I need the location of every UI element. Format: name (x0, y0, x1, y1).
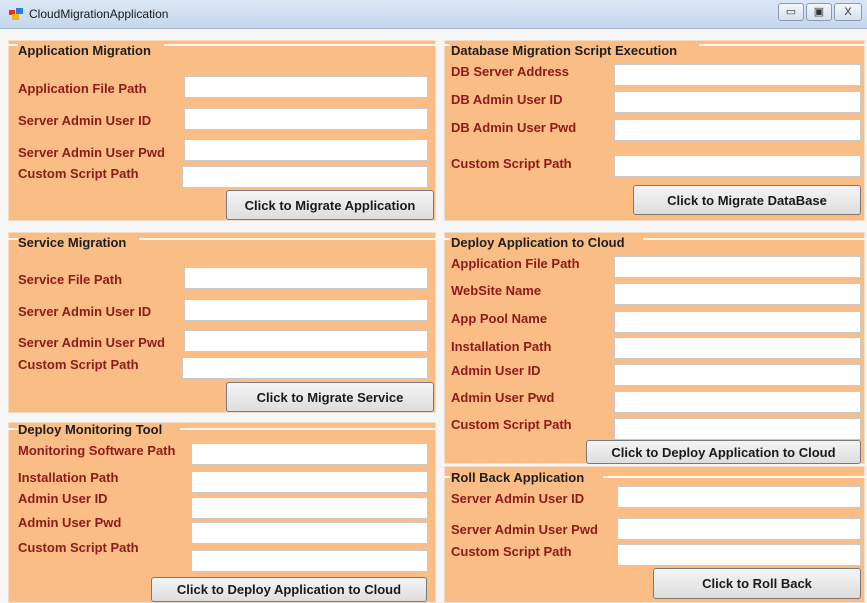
rollback-server-admin-id-input[interactable] (617, 486, 861, 508)
rollback-title: Roll Back Application (451, 470, 585, 485)
service-server-admin-pwd-label: Server Admin User Pwd (18, 335, 165, 350)
minimize-button[interactable]: ▭ (778, 3, 804, 21)
migrate-database-button[interactable]: Click to Migrate DataBase (633, 185, 861, 215)
app-file-path-label: Application File Path (18, 81, 147, 96)
app-custom-script-input[interactable] (182, 166, 428, 188)
panel-border (8, 238, 18, 240)
monitoring-admin-user-pwd-input[interactable] (191, 522, 428, 544)
app-server-admin-pwd-label: Server Admin User Pwd (18, 145, 165, 160)
close-button[interactable]: X (834, 3, 862, 21)
app-server-admin-pwd-input[interactable] (184, 139, 428, 161)
roll-back-button[interactable]: Click to Roll Back (653, 568, 861, 599)
db-admin-user-id-label: DB Admin User ID (451, 92, 563, 107)
service-file-path-label: Service File Path (18, 272, 123, 287)
service-server-admin-pwd-input[interactable] (184, 330, 428, 352)
db-server-address-label: DB Server Address (451, 64, 570, 79)
service-custom-script-input[interactable] (182, 357, 428, 379)
monitoring-installation-path-label: Installation Path (18, 470, 119, 485)
panel-border (444, 238, 450, 240)
website-name-label: WebSite Name (451, 283, 542, 298)
monitoring-admin-user-pwd-label: Admin User Pwd (18, 515, 122, 530)
app-icon (9, 8, 23, 20)
app-pool-name-label: App Pool Name (451, 311, 548, 326)
rollback-server-admin-pwd-label: Server Admin User Pwd (451, 522, 598, 537)
service-file-path-input[interactable] (184, 267, 428, 289)
monitoring-admin-user-id-input[interactable] (191, 497, 428, 519)
app-custom-script-label: Custom Script Path (18, 166, 139, 181)
panel-border (444, 44, 450, 46)
database-migration-title: Database Migration Script Execution (451, 43, 678, 58)
service-server-admin-id-label: Server Admin User ID (18, 304, 152, 319)
deploy-installation-path-input[interactable] (614, 337, 861, 359)
panel-border (180, 428, 436, 430)
panel-border (164, 44, 436, 46)
monitoring-software-path-input[interactable] (191, 443, 428, 465)
deploy-app-file-path-label: Application File Path (451, 256, 580, 271)
service-server-admin-id-input[interactable] (184, 299, 428, 321)
db-admin-user-id-input[interactable] (614, 91, 861, 113)
app-file-path-input[interactable] (184, 76, 428, 98)
window-titlebar[interactable]: CloudMigrationApplication ▭ ▣ X (0, 0, 867, 29)
website-name-input[interactable] (614, 283, 861, 305)
app-server-admin-id-label: Server Admin User ID (18, 113, 152, 128)
service-custom-script-label: Custom Script Path (18, 357, 139, 372)
monitoring-custom-script-label: Custom Script Path (18, 540, 139, 555)
panel-border (139, 238, 436, 240)
monitoring-installation-path-input[interactable] (191, 471, 428, 493)
monitoring-admin-user-id-label: Admin User ID (18, 491, 108, 506)
deploy-installation-path-label: Installation Path (451, 339, 552, 354)
deploy-admin-user-id-label: Admin User ID (451, 363, 541, 378)
deploy-custom-script-input[interactable] (614, 418, 861, 440)
deploy-monitoring-button[interactable]: Click to Deploy Application to Cloud (151, 577, 427, 602)
db-admin-user-pwd-input[interactable] (614, 119, 861, 141)
deploy-cloud-title: Deploy Application to Cloud (451, 235, 625, 250)
monitoring-custom-script-input[interactable] (191, 550, 428, 572)
panel-border (444, 476, 450, 478)
db-admin-user-pwd-label: DB Admin User Pwd (451, 120, 577, 135)
deploy-app-file-path-input[interactable] (614, 256, 861, 278)
rollback-server-admin-id-label: Server Admin User ID (451, 491, 585, 506)
maximize-button[interactable]: ▣ (806, 3, 832, 21)
deploy-custom-script-label: Custom Script Path (451, 417, 572, 432)
deploy-admin-user-id-input[interactable] (614, 364, 861, 386)
db-custom-script-input[interactable] (614, 155, 861, 177)
panel-border (643, 238, 865, 240)
db-server-address-input[interactable] (614, 64, 861, 86)
panel-border (8, 428, 18, 430)
deploy-admin-user-pwd-input[interactable] (614, 391, 861, 413)
app-pool-name-input[interactable] (614, 311, 861, 333)
panel-border (8, 44, 18, 46)
application-migration-title: Application Migration (18, 43, 151, 58)
migrate-application-button[interactable]: Click to Migrate Application (226, 190, 434, 220)
rollback-custom-script-input[interactable] (617, 544, 861, 566)
db-custom-script-label: Custom Script Path (451, 156, 572, 171)
deploy-to-cloud-button[interactable]: Click to Deploy Application to Cloud (586, 440, 861, 464)
monitoring-tool-title: Deploy Monitoring Tool (18, 422, 163, 437)
panel-border (603, 476, 865, 478)
app-server-admin-id-input[interactable] (184, 108, 428, 130)
rollback-custom-script-label: Custom Script Path (451, 544, 572, 559)
panel-border (699, 44, 865, 46)
migrate-service-button[interactable]: Click to Migrate Service (226, 382, 434, 412)
window-title: CloudMigrationApplication (29, 7, 169, 21)
rollback-server-admin-pwd-input[interactable] (617, 518, 861, 540)
monitoring-software-path-label: Monitoring Software Path (18, 443, 176, 458)
deploy-admin-user-pwd-label: Admin User Pwd (451, 390, 555, 405)
service-migration-title: Service Migration (18, 235, 127, 250)
